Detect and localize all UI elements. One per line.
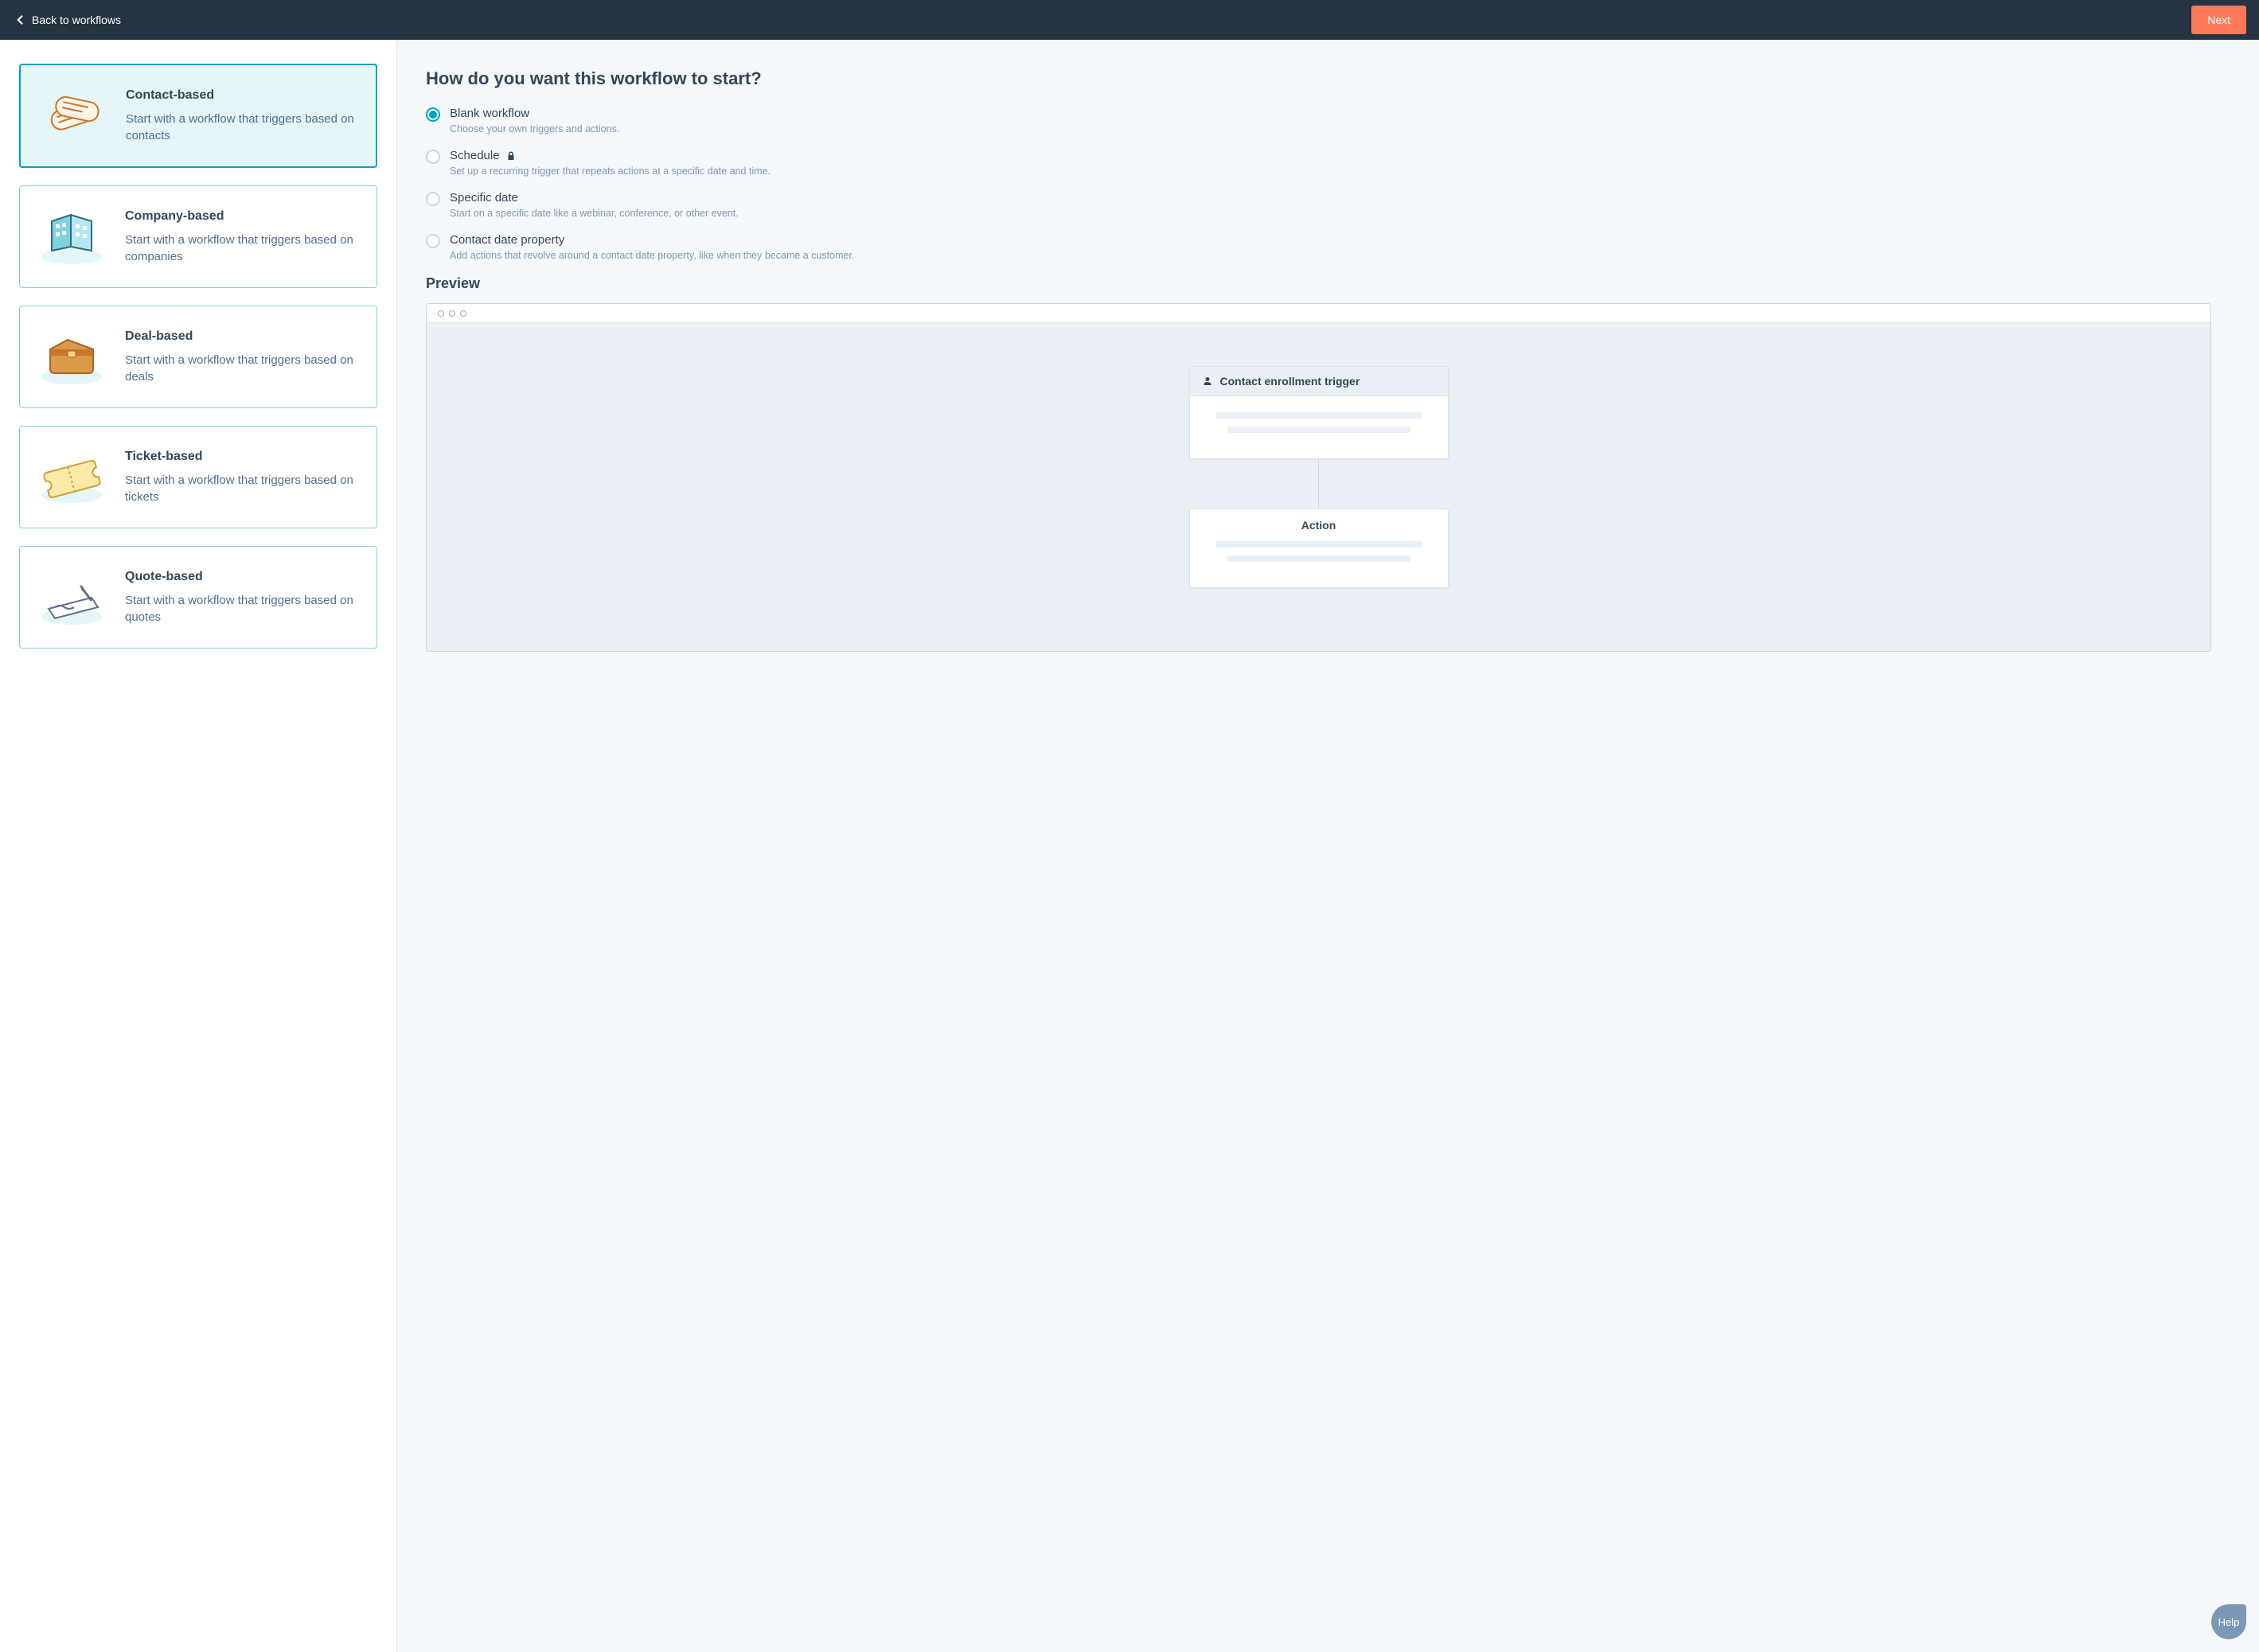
card-title: Ticket-based xyxy=(125,450,357,464)
card-desc: Start with a workflow that triggers base… xyxy=(125,592,357,625)
radio-desc: Start on a specific date like a webinar,… xyxy=(450,208,739,219)
card-title: Contact-based xyxy=(126,88,357,103)
preview-trigger-label: Contact enrollment trigger xyxy=(1220,375,1360,388)
radio-blank-workflow[interactable]: Blank workflow Choose your own triggers … xyxy=(426,107,2211,134)
window-dot-icon xyxy=(460,310,466,317)
radio-indicator xyxy=(426,234,440,248)
preview-heading: Preview xyxy=(426,275,2211,292)
window-dot-icon xyxy=(449,310,455,317)
placeholder-line xyxy=(1227,427,1410,433)
radio-title: Schedule xyxy=(450,149,771,162)
radio-schedule[interactable]: Schedule Set up a recurring trigger that… xyxy=(426,149,2211,177)
app-header: Back to workflows Next xyxy=(0,0,2259,40)
company-illustration-icon xyxy=(36,207,107,267)
card-ticket-based[interactable]: Ticket-based Start with a workflow that … xyxy=(19,426,377,528)
card-desc: Start with a workflow that triggers base… xyxy=(125,352,357,385)
radio-specific-date[interactable]: Specific date Start on a specific date l… xyxy=(426,191,2211,219)
back-button[interactable]: Back to workflows xyxy=(13,13,121,27)
card-desc: Start with a workflow that triggers base… xyxy=(125,472,357,505)
radio-indicator xyxy=(426,150,440,164)
ticket-illustration-icon xyxy=(36,447,107,507)
card-desc: Start with a workflow that triggers base… xyxy=(125,232,357,265)
preview-window-chrome xyxy=(427,304,2210,323)
card-contact-based[interactable]: Contact-based Start with a workflow that… xyxy=(19,64,377,168)
card-quote-based[interactable]: Quote-based Start with a workflow that t… xyxy=(19,546,377,649)
card-title: Quote-based xyxy=(125,570,357,584)
radio-title: Contact date property xyxy=(450,233,854,247)
radio-title: Blank workflow xyxy=(450,107,619,120)
card-company-based[interactable]: Company-based Start with a workflow that… xyxy=(19,185,377,288)
card-title: Deal-based xyxy=(125,329,357,344)
contact-icon xyxy=(1203,376,1212,386)
deal-illustration-icon xyxy=(36,327,107,387)
card-title: Company-based xyxy=(125,209,357,224)
quote-illustration-icon xyxy=(36,567,107,627)
help-button[interactable]: Help xyxy=(2211,1604,2246,1639)
radio-desc: Add actions that revolve around a contac… xyxy=(450,250,854,261)
main-layout: Contact-based Start with a workflow that… xyxy=(0,40,2259,1652)
panel-heading: How do you want this workflow to start? xyxy=(426,68,2211,89)
object-type-panel: Contact-based Start with a workflow that… xyxy=(0,40,397,1652)
start-config-panel: How do you want this workflow to start? … xyxy=(397,40,2259,1652)
radio-desc: Set up a recurring trigger that repeats … xyxy=(450,166,771,177)
radio-indicator xyxy=(426,192,440,206)
preview-action-label: Action xyxy=(1190,509,1448,535)
card-deal-based[interactable]: Deal-based Start with a workflow that tr… xyxy=(19,306,377,408)
preview-window: Contact enrollment trigger Action xyxy=(426,303,2211,652)
radio-desc: Choose your own triggers and actions. xyxy=(450,123,619,134)
window-dot-icon xyxy=(438,310,444,317)
radio-title: Specific date xyxy=(450,191,739,205)
preview-action-card: Action xyxy=(1189,508,1449,588)
preview-trigger-card: Contact enrollment trigger xyxy=(1189,366,1449,459)
placeholder-line xyxy=(1227,555,1410,562)
lock-icon xyxy=(506,151,516,161)
card-desc: Start with a workflow that triggers base… xyxy=(126,111,357,144)
chevron-left-icon xyxy=(13,13,27,27)
preview-canvas: Contact enrollment trigger Action xyxy=(427,323,2210,651)
preview-connector xyxy=(1318,459,1319,508)
contact-illustration-icon xyxy=(37,86,108,146)
placeholder-line xyxy=(1215,541,1422,547)
back-label: Back to workflows xyxy=(32,14,121,26)
radio-indicator xyxy=(426,107,440,122)
placeholder-line xyxy=(1215,412,1422,419)
radio-contact-date-property[interactable]: Contact date property Add actions that r… xyxy=(426,233,2211,261)
next-button[interactable]: Next xyxy=(2191,6,2246,34)
